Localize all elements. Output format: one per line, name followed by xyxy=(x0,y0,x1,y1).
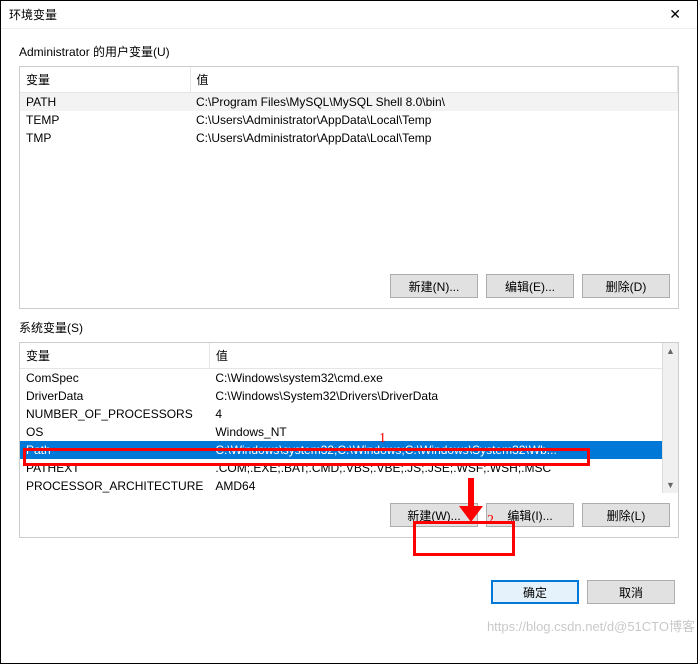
table-row[interactable]: TEMP C:\Users\Administrator\AppData\Loca… xyxy=(20,111,678,129)
system-vars-table-container: 变量 值 ComSpec C:\Windows\system32\cmd.exe… xyxy=(20,343,678,493)
system-button-row: 新建(W)... 编辑(I)... 删除(L) xyxy=(20,493,678,537)
titlebar: 环境变量 ✕ xyxy=(1,1,697,29)
sys-var-value: C:\Windows\system32\cmd.exe xyxy=(209,369,677,388)
sys-var-name: OS xyxy=(20,423,209,441)
scrollbar[interactable]: ▲ ▼ xyxy=(662,343,678,493)
scroll-down-icon[interactable]: ▼ xyxy=(663,477,678,493)
table-row[interactable]: DriverData C:\Windows\System32\Drivers\D… xyxy=(20,387,678,405)
sys-var-name: DriverData xyxy=(20,387,209,405)
user-var-value: C:\Program Files\MySQL\MySQL Shell 8.0\b… xyxy=(190,93,678,112)
sys-var-value: AMD64 xyxy=(209,477,677,495)
sys-col-value[interactable]: 值 xyxy=(209,343,677,369)
user-col-variable[interactable]: 变量 xyxy=(20,67,190,93)
table-row[interactable]: TMP C:\Users\Administrator\AppData\Local… xyxy=(20,129,678,147)
table-row[interactable]: PATHEXT .COM;.EXE;.BAT;.CMD;.VBS;.VBE;.J… xyxy=(20,459,678,477)
system-vars-panel: 变量 值 ComSpec C:\Windows\system32\cmd.exe… xyxy=(19,342,679,538)
sys-var-name: PROCESSOR_ARCHITECTURE xyxy=(20,477,209,495)
system-delete-button[interactable]: 删除(L) xyxy=(582,503,670,527)
user-vars-table-container: 变量 值 PATH C:\Program Files\MySQL\MySQL S… xyxy=(20,67,678,264)
user-col-value[interactable]: 值 xyxy=(190,67,678,93)
user-var-value: C:\Users\Administrator\AppData\Local\Tem… xyxy=(190,111,678,129)
sys-var-value: Windows_NT xyxy=(209,423,677,441)
user-vars-panel: 变量 值 PATH C:\Program Files\MySQL\MySQL S… xyxy=(19,66,679,309)
table-row[interactable]: ComSpec C:\Windows\system32\cmd.exe xyxy=(20,369,678,388)
user-var-name: TMP xyxy=(20,129,190,147)
user-var-name: PATH xyxy=(20,93,190,112)
sys-var-name: Path xyxy=(20,441,209,459)
system-edit-button[interactable]: 编辑(I)... xyxy=(486,503,574,527)
sys-var-value: .COM;.EXE;.BAT;.CMD;.VBS;.VBE;.JS;.JSE;.… xyxy=(209,459,677,477)
watermark-text: https://blog.csdn.net/d@51CTO博客 xyxy=(487,616,695,635)
table-row[interactable]: Path C:\Windows\system32;C:\Windows;C:\W… xyxy=(20,441,678,459)
annotation-1: 1 xyxy=(379,431,386,447)
user-edit-button[interactable]: 编辑(E)... xyxy=(486,274,574,298)
user-button-row: 新建(N)... 编辑(E)... 删除(D) xyxy=(20,264,678,308)
user-vars-label: Administrator 的用户变量(U) xyxy=(19,43,679,60)
sys-var-name: PATHEXT xyxy=(20,459,209,477)
system-vars-label: 系统变量(S) xyxy=(19,319,679,336)
table-row[interactable]: PROCESSOR_ARCHITECTURE AMD64 xyxy=(20,477,678,495)
user-new-button[interactable]: 新建(N)... xyxy=(390,274,478,298)
window-title: 环境变量 xyxy=(9,6,57,23)
sys-var-value: C:\Windows\System32\Drivers\DriverData xyxy=(209,387,677,405)
cancel-button[interactable]: 取消 xyxy=(587,580,675,604)
table-row[interactable]: NUMBER_OF_PROCESSORS 4 xyxy=(20,405,678,423)
system-vars-table[interactable]: 变量 值 ComSpec C:\Windows\system32\cmd.exe… xyxy=(20,343,678,495)
sys-var-value: C:\Windows\system32;C:\Windows;C:\Window… xyxy=(209,441,677,459)
close-icon[interactable]: ✕ xyxy=(661,6,689,23)
arrow-down-icon xyxy=(453,476,489,522)
user-delete-button[interactable]: 删除(D) xyxy=(582,274,670,298)
user-var-name: TEMP xyxy=(20,111,190,129)
user-var-value: C:\Users\Administrator\AppData\Local\Tem… xyxy=(190,129,678,147)
table-row[interactable]: PATH C:\Program Files\MySQL\MySQL Shell … xyxy=(20,93,678,112)
dialog-button-row: 确定 取消 xyxy=(1,562,697,618)
table-row[interactable]: OS Windows_NT xyxy=(20,423,678,441)
user-vars-table[interactable]: 变量 值 PATH C:\Program Files\MySQL\MySQL S… xyxy=(20,67,678,147)
sys-var-name: NUMBER_OF_PROCESSORS xyxy=(20,405,209,423)
scroll-up-icon[interactable]: ▲ xyxy=(663,343,678,359)
content-area: Administrator 的用户变量(U) 变量 值 PATH C:\Prog… xyxy=(1,29,697,562)
ok-button[interactable]: 确定 xyxy=(491,580,579,604)
sys-var-name: ComSpec xyxy=(20,369,209,388)
sys-col-variable[interactable]: 变量 xyxy=(20,343,209,369)
sys-var-value: 4 xyxy=(209,405,677,423)
